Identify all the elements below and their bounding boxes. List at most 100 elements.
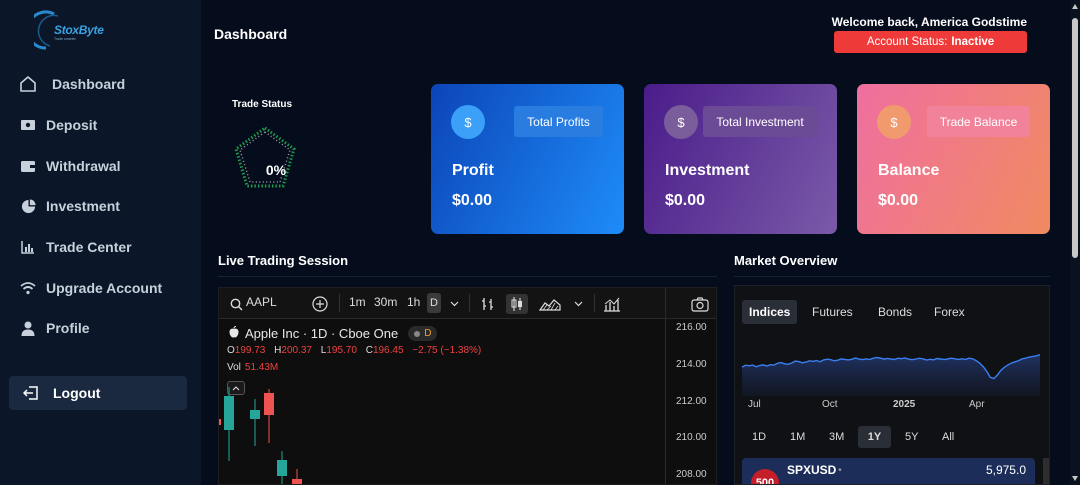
account-status-value: Inactive <box>951 36 995 48</box>
wifi-icon <box>18 278 38 298</box>
add-symbol-icon[interactable] <box>309 294 331 314</box>
sidebar-item-label: Deposit <box>46 117 98 133</box>
logo-tagline: Trade smarter <box>54 37 76 41</box>
dollar-icon: $ <box>664 105 698 139</box>
divider <box>218 276 717 277</box>
logout-label: Logout <box>53 385 101 401</box>
range-3m[interactable]: 3M <box>823 426 850 448</box>
symbol-search-input[interactable]: AAPL <box>246 295 277 309</box>
cash-icon <box>18 115 38 135</box>
volume-label: Vol <box>227 362 241 373</box>
logo[interactable]: StoxByte Trade smarter <box>26 8 114 54</box>
interval-d[interactable]: D <box>427 293 441 313</box>
logout-button[interactable]: Logout <box>9 376 187 410</box>
welcome-message: Welcome back, America Godstime <box>831 15 1027 29</box>
app-root: StoxByte Trade smarter Dashboard Deposit… <box>0 0 1080 485</box>
month-label: Jul <box>748 399 761 410</box>
sidebar-item-trade-center[interactable]: Trade Center <box>18 235 132 259</box>
logo-text: StoxByte <box>54 23 104 37</box>
price-tick: 216.00 <box>676 322 707 333</box>
sidebar-item-deposit[interactable]: Deposit <box>18 113 97 137</box>
page-scrollbar[interactable] <box>1070 0 1080 485</box>
logout-icon <box>23 386 43 400</box>
close-value: 196.45 <box>372 345 404 356</box>
ohlc-values: O199.73 H200.37 L195.70 C196.45 −2.75 (−… <box>227 345 482 356</box>
market-status-label: D <box>424 328 432 339</box>
index-sparkline <box>741 353 1041 396</box>
high-value: 200.37 <box>281 345 312 356</box>
symbol-description: Apple Inc · 1D · Cboe One <box>245 326 399 341</box>
interval-1h[interactable]: 1h <box>407 295 420 309</box>
range-5y[interactable]: 5Y <box>899 426 924 448</box>
total-investment-tag: Total Investment <box>703 106 817 137</box>
range-1y[interactable]: 1Y <box>858 426 891 448</box>
sp500-logo: 500 <box>751 469 779 484</box>
balance-amount: $0.00 <box>878 192 919 209</box>
scroll-up-icon[interactable] <box>1072 4 1078 9</box>
area-chart-icon[interactable] <box>539 294 561 314</box>
investment-amount: $0.00 <box>665 192 706 209</box>
candle <box>219 419 221 425</box>
live-trading-title: Live Trading Session <box>218 253 349 268</box>
tab-futures[interactable]: Futures <box>805 300 860 324</box>
price-tick: 210.00 <box>676 432 707 443</box>
quote-row-spxusd[interactable]: 500 SPXUSD * 5,975.0 <box>742 458 1035 484</box>
candle <box>250 399 260 446</box>
trading-chart-widget[interactable]: AAPL 1m 30m 1h D Apple Inc · 1D · Cboe O… <box>218 287 717 485</box>
account-status-label: Account Status: <box>866 36 948 48</box>
profit-label: Profit <box>452 162 494 179</box>
sidebar-item-label: Investment <box>46 198 120 214</box>
tab-indices[interactable]: Indices <box>742 300 798 324</box>
bar-style-icon[interactable] <box>477 294 499 314</box>
chevron-down-icon[interactable] <box>567 294 589 314</box>
open-value: 199.73 <box>234 345 266 356</box>
tab-forex[interactable]: Forex <box>927 300 972 324</box>
price-tick: 208.00 <box>676 469 707 480</box>
tab-bonds[interactable]: Bonds <box>871 300 919 324</box>
balance-label: Balance <box>878 162 940 179</box>
sidebar-item-label: Trade Center <box>46 239 132 255</box>
sidebar-item-profile[interactable]: Profile <box>18 316 90 340</box>
divider <box>469 294 470 312</box>
candle <box>292 469 302 484</box>
price-axis[interactable]: 216.00 214.00 212.00 210.00 208.00 <box>665 288 716 484</box>
user-icon <box>18 318 38 338</box>
status-dot <box>414 330 421 337</box>
chevron-down-icon[interactable] <box>443 294 465 314</box>
range-1d[interactable]: 1D <box>746 426 772 448</box>
page-title: Dashboard <box>214 26 288 42</box>
list-scrollbar[interactable] <box>1043 458 1049 484</box>
apple-logo-icon <box>229 326 239 341</box>
bar-chart-icon <box>18 237 38 257</box>
candle <box>264 389 274 443</box>
interval-30m[interactable]: 30m <box>374 295 397 309</box>
price-tick: 212.00 <box>676 396 707 407</box>
symbol-info: Apple Inc · 1D · Cboe One D <box>229 326 438 341</box>
month-label: Oct <box>822 399 838 410</box>
sidebar-item-label: Dashboard <box>52 76 126 92</box>
investment-label: Investment <box>665 162 750 179</box>
scrollbar-thumb[interactable] <box>1072 18 1078 258</box>
range-all[interactable]: All <box>936 426 960 448</box>
sidebar-item-label: Withdrawal <box>46 158 121 174</box>
range-1m[interactable]: 1M <box>784 426 811 448</box>
indicators-icon[interactable] <box>601 294 623 314</box>
sidebar-item-withdrawal[interactable]: Withdrawal <box>18 154 121 178</box>
scroll-down-icon[interactable] <box>1072 476 1078 481</box>
candlestick-icon[interactable] <box>506 294 528 314</box>
change-value: −2.75 (−1.38%) <box>412 345 482 356</box>
chart-toolbar: AAPL 1m 30m 1h D <box>219 288 716 319</box>
quote-symbol: SPXUSD * <box>787 463 842 477</box>
sidebar-item-dashboard[interactable]: Dashboard <box>18 72 125 96</box>
sidebar-item-investment[interactable]: Investment <box>18 194 120 218</box>
month-label: 2025 <box>893 399 916 410</box>
divider <box>594 294 595 312</box>
interval-1m[interactable]: 1m <box>349 295 366 309</box>
account-status-badge[interactable]: Account Status: Inactive <box>834 31 1027 53</box>
quote-value: 5,975.0 <box>985 463 1026 477</box>
sidebar-item-upgrade-account[interactable]: Upgrade Account <box>18 276 162 300</box>
search-icon[interactable] <box>225 294 247 314</box>
candle <box>224 387 234 461</box>
low-value: 195.70 <box>326 345 357 356</box>
volume-value: 51.43M <box>244 362 279 373</box>
